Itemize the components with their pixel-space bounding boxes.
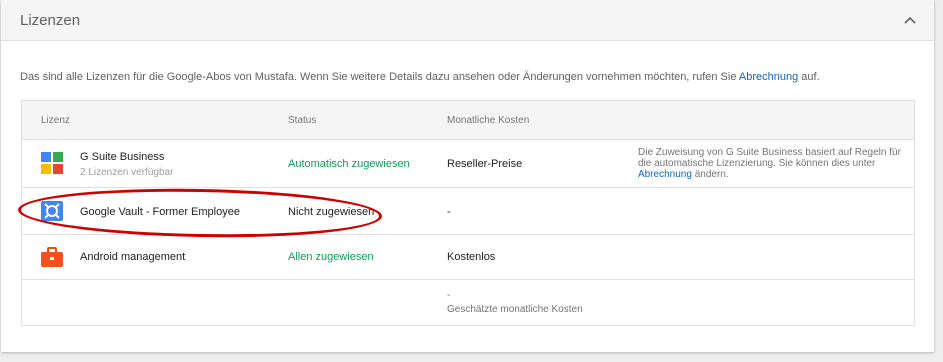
- intro-body: Das sind alle Lizenzen für die Google-Ab…: [20, 71, 739, 83]
- note-text: Die Zuweisung von G Suite Business basie…: [638, 147, 901, 169]
- table-header: Lizenz Status Monatliche Kosten: [22, 101, 914, 140]
- card-header[interactable]: Lizenzen: [1, 0, 934, 41]
- header-license: Lizenz: [41, 115, 70, 126]
- estimated-cost-value: -: [447, 290, 451, 301]
- header-cost: Monatliche Kosten: [447, 115, 530, 126]
- billing-link[interactable]: Abrechnung: [739, 71, 798, 83]
- briefcase-icon: [41, 247, 63, 267]
- intro-suffix: auf.: [798, 71, 820, 83]
- table-row[interactable]: G Suite Business 2 Lizenzen verfügbar Au…: [22, 139, 914, 188]
- licenses-card: Lizenzen Das sind alle Lizenzen für die …: [1, 0, 934, 352]
- license-status: Automatisch zugewiesen: [288, 158, 410, 170]
- table-row[interactable]: Android management Allen zugewiesen Kost…: [22, 235, 914, 280]
- license-availability: 2 Lizenzen verfügbar: [80, 167, 174, 178]
- intro-text: Das sind alle Lizenzen für die Google-Ab…: [20, 71, 820, 83]
- estimated-cost-label: Geschätzte monatliche Kosten: [447, 304, 583, 315]
- table-footer-row: - Geschätzte monatliche Kosten: [22, 280, 914, 325]
- chevron-up-icon[interactable]: [903, 13, 917, 27]
- license-status: Allen zugewiesen: [288, 251, 374, 263]
- license-cost: Kostenlos: [447, 251, 496, 263]
- card-title: Lizenzen: [20, 12, 81, 29]
- license-cost: Reseller-Preise: [447, 158, 523, 170]
- g-suite-icon: [41, 152, 63, 174]
- note-billing-link[interactable]: Abrechnung: [638, 169, 692, 180]
- note-suffix: ändern.: [691, 169, 729, 180]
- header-status: Status: [288, 115, 317, 126]
- license-name: Android management: [80, 251, 186, 263]
- license-name: G Suite Business: [80, 151, 165, 163]
- assignment-note: Die Zuweisung von G Suite Business basie…: [638, 147, 903, 180]
- license-cost: -: [447, 206, 451, 218]
